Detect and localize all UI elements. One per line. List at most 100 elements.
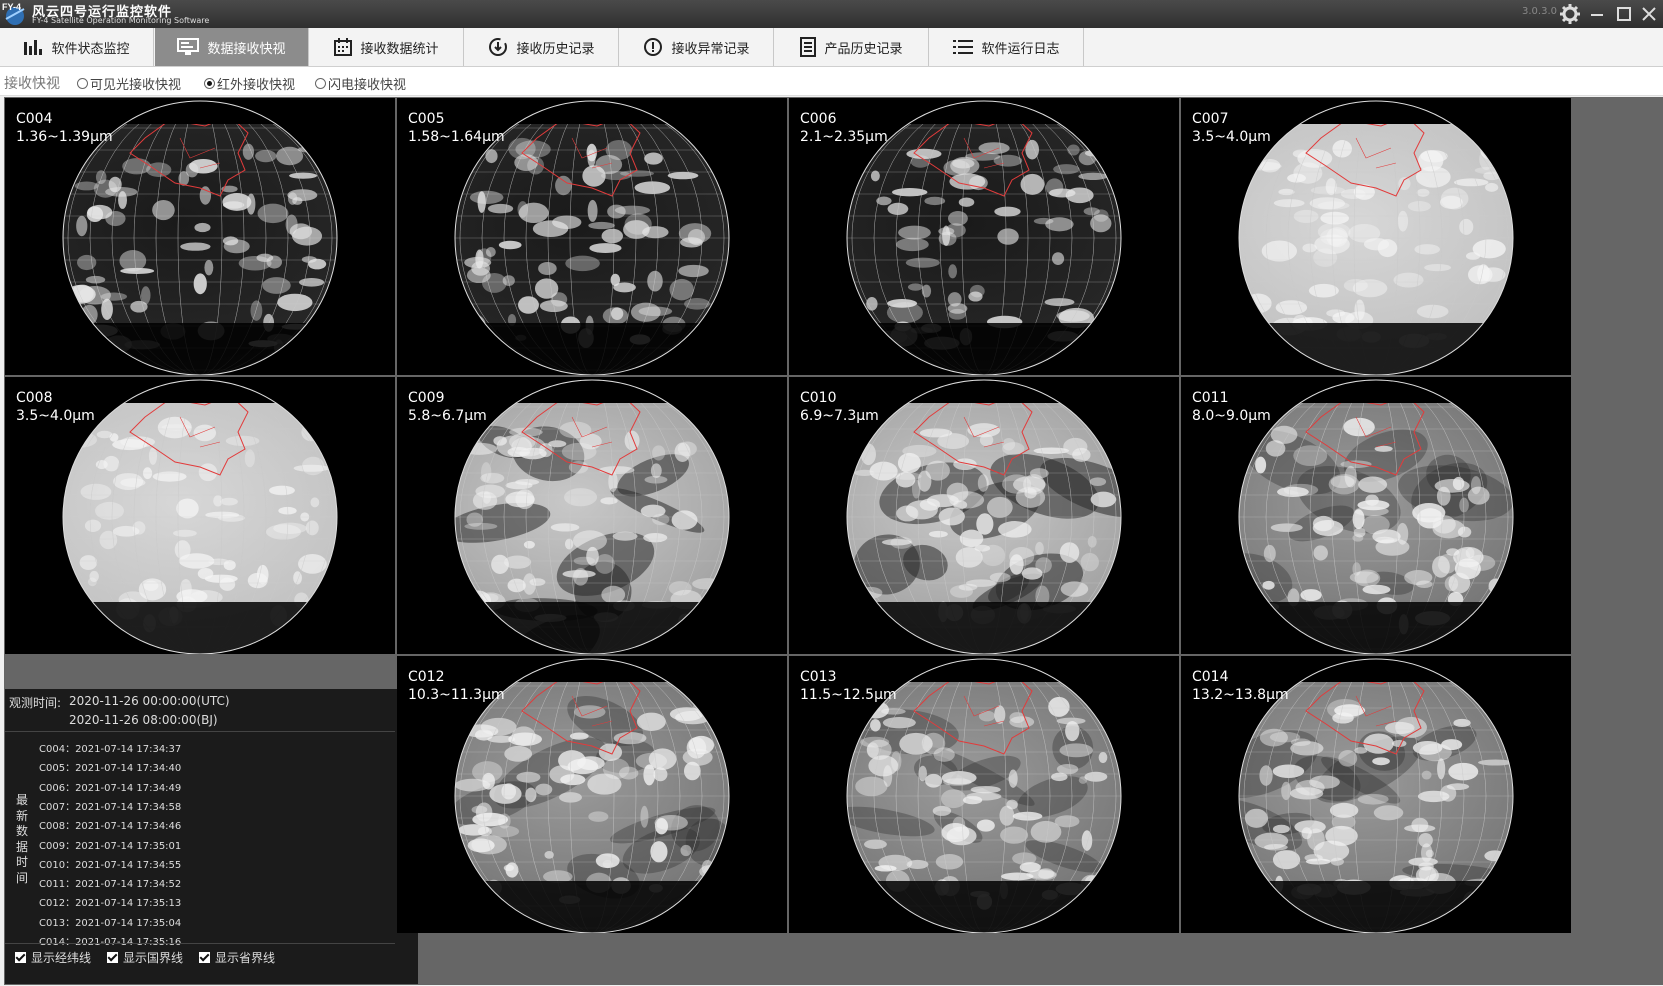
show-country-border-label: 显示国界线 — [123, 951, 184, 965]
channel-cell-c010[interactable]: C010 6.9~7.3µm — [789, 377, 1179, 654]
channel-label: C009 5.8~6.7µm — [408, 389, 487, 425]
radio-lightning-dot[interactable] — [315, 78, 326, 89]
tab-receive-statistics[interactable]: 接收数据统计 — [310, 28, 464, 66]
tab-label: 产品历史记录 — [824, 41, 903, 57]
tab-software-log[interactable]: 软件运行日志 — [930, 28, 1084, 66]
app-subtitle: FY-4 Satellite Operation Monitoring Soft… — [32, 16, 210, 25]
show-country-border-box[interactable] — [107, 952, 118, 963]
list-icon — [953, 39, 974, 55]
channel-id: C005 — [408, 111, 445, 127]
channel-cell-c011[interactable]: C011 8.0~9.0µm — [1181, 377, 1571, 654]
channel-label: C004 1.36~1.39µm — [16, 110, 113, 146]
show-graticule-checkbox[interactable]: 显示经纬线 — [15, 949, 91, 966]
quickview-toolbar: 接收快视 可见光接收快视 红外接收快视 闪电接收快视 — [0, 67, 1663, 96]
tab-label: 数据接收快视 — [207, 41, 286, 57]
gear-icon[interactable] — [1558, 2, 1582, 26]
channel-band: 5.8~6.7µm — [408, 408, 487, 424]
tab-label: 软件运行日志 — [981, 41, 1060, 57]
show-graticule-label: 显示经纬线 — [31, 951, 92, 965]
tab-product-history[interactable]: 产品历史记录 — [775, 28, 929, 66]
latest-time-row: C007：2021-07-14 17:34:58 — [39, 801, 182, 813]
channel-cell-c009[interactable]: C009 5.8~6.7µm — [397, 377, 787, 654]
checkbox-divider — [5, 943, 395, 944]
observation-time-label: 观测时间: — [9, 696, 62, 710]
tab-label: 接收历史记录 — [516, 41, 595, 57]
channel-band: 3.5~4.0µm — [16, 408, 95, 424]
channel-label: C013 11.5~12.5µm — [800, 668, 897, 704]
radio-visible-quickview[interactable]: 可见光接收快视 — [77, 74, 181, 93]
info-panel: 观测时间: 2020-11-26 00:00:00(UTC) 2020-11-2… — [5, 689, 418, 984]
tab-receive-anomaly[interactable]: 接收异常记录 — [620, 28, 774, 66]
tab-software-status[interactable]: 软件状态监控 — [0, 28, 154, 66]
radio-visible-dot[interactable] — [77, 78, 88, 89]
show-province-border-box[interactable] — [199, 952, 210, 963]
channel-id: C013 — [800, 669, 837, 685]
channel-cell-c008[interactable]: C008 3.5~4.0µm — [5, 377, 395, 654]
channel-cell-c013[interactable]: C013 11.5~12.5µm — [789, 656, 1179, 933]
channel-label: C007 3.5~4.0µm — [1192, 110, 1271, 146]
radio-infrared-quickview[interactable]: 红外接收快视 — [204, 74, 295, 93]
channel-label: C014 13.2~13.8µm — [1192, 668, 1289, 704]
quickview-grid: 观测时间: 2020-11-26 00:00:00(UTC) 2020-11-2… — [4, 97, 1663, 985]
maximize-icon[interactable] — [1612, 2, 1636, 26]
channel-label: C008 3.5~4.0µm — [16, 389, 95, 425]
channel-cell-c006[interactable]: C006 2.1~2.35µm — [789, 98, 1179, 375]
main-tab-bar: 软件状态监控 数据接收快视 接收数据统计 接收历史记录 接收异常记录 产品历史记录 软件运行… — [0, 28, 1663, 67]
bar-chart-icon — [23, 38, 43, 56]
radio-infrared-dot[interactable] — [204, 78, 215, 89]
channel-band: 11.5~12.5µm — [800, 687, 897, 703]
tab-receive-history[interactable]: 接收历史记录 — [465, 28, 619, 66]
latest-time-row: C014：2021-07-14 17:35:16 — [39, 933, 181, 948]
title-bar: FY-4 风云四号运行监控软件 FY-4 Satellite Operation… — [0, 0, 1663, 28]
latest-data-time-label: 最新数据时间 — [15, 793, 28, 885]
show-country-border-checkbox[interactable]: 显示国界线 — [107, 949, 183, 966]
channel-cell-c012[interactable]: C012 10.3~11.3µm — [397, 656, 787, 933]
channel-cell-c014[interactable]: C014 13.2~13.8µm — [1181, 656, 1571, 933]
channel-cell-c005[interactable]: C005 1.58~1.64µm — [397, 98, 787, 375]
minimize-icon[interactable] — [1585, 2, 1609, 26]
history-icon — [488, 37, 508, 57]
latest-time-row: C004：2021-07-14 17:34:37 — [39, 744, 182, 755]
latest-time-row: C009：2021-07-14 17:35:01 — [39, 840, 182, 852]
show-province-border-checkbox[interactable]: 显示省界线 — [199, 949, 275, 966]
latest-time-row: C011：2021-07-14 17:34:52 — [39, 879, 182, 891]
latest-time-row: C005：2021-07-14 17:34:40 — [39, 763, 182, 775]
alert-icon — [643, 37, 663, 57]
channel-band: 8.0~9.0µm — [1192, 408, 1271, 424]
tab-data-quickview[interactable]: 数据接收快视 — [155, 28, 309, 66]
info-divider — [5, 731, 395, 732]
svg-text:FY-4: FY-4 — [2, 2, 21, 12]
tab-label: 接收数据统计 — [360, 41, 439, 57]
channel-id: C007 — [1192, 111, 1229, 127]
channel-id: C004 — [16, 111, 53, 127]
channel-band: 2.1~2.35µm — [800, 129, 888, 145]
channel-band: 3.5~4.0µm — [1192, 129, 1271, 145]
document-icon — [800, 37, 817, 57]
quickview-label: 接收快视 — [4, 76, 60, 92]
channel-id: C006 — [800, 111, 837, 127]
channel-label: C012 10.3~11.3µm — [408, 668, 505, 704]
channel-cell-c004[interactable]: C004 1.36~1.39µm — [5, 98, 395, 375]
channel-label: C005 1.58~1.64µm — [408, 110, 505, 146]
close-icon[interactable] — [1637, 2, 1661, 26]
latest-time-row: C013：2021-07-14 17:35:04 — [39, 917, 182, 929]
latest-time-row: C006：2021-07-14 17:34:49 — [39, 782, 182, 794]
tab-label: 软件状态监控 — [51, 41, 130, 57]
show-graticule-box[interactable] — [15, 952, 26, 963]
channel-band: 1.36~1.39µm — [16, 129, 113, 145]
radio-visible-label: 可见光接收快视 — [90, 78, 182, 93]
channel-id: C014 — [1192, 669, 1229, 685]
channel-band: 13.2~13.8µm — [1192, 687, 1289, 703]
tab-label: 接收异常记录 — [671, 41, 750, 57]
latest-time-row: C008：2021-07-14 17:34:46 — [39, 821, 182, 833]
latest-time-row: C012：2021-07-14 17:35:13 — [39, 898, 182, 910]
radio-lightning-quickview[interactable]: 闪电接收快视 — [315, 74, 406, 93]
calendar-icon — [334, 38, 353, 56]
channel-band: 6.9~7.3µm — [800, 408, 879, 424]
channel-label: C010 6.9~7.3µm — [800, 389, 879, 425]
channel-cell-c007[interactable]: C007 3.5~4.0µm — [1181, 98, 1571, 375]
latest-time-row: C010：2021-07-14 17:34:55 — [39, 859, 182, 871]
channel-id: C008 — [16, 390, 53, 406]
version-label: 3.0.3.0 — [1522, 6, 1557, 17]
channel-id: C009 — [408, 390, 445, 406]
